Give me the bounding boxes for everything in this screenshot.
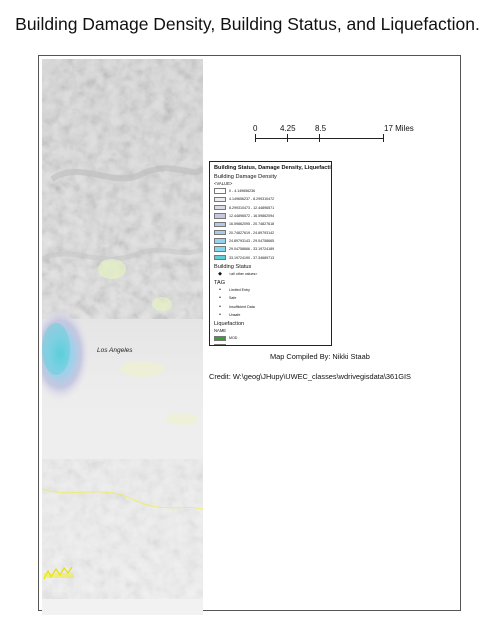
color-swatch: [214, 335, 226, 342]
color-swatch: [214, 196, 226, 203]
tag-list: • Limited Entry • Safe • Insufficient Data • Un…: [214, 286, 327, 319]
status-symbol-row: ◆ <all other values>: [214, 270, 327, 278]
density-class-list: 0 - 4.149656236 4.149656237 - 8.299310472…: [214, 187, 327, 262]
color-swatch: [214, 254, 226, 261]
density-class-row-label: 29.04758666 - 33.19724189: [229, 247, 275, 252]
scale-tick-label: 0: [253, 124, 258, 133]
density-class-row-label: 24.89793143 - 29.04758665: [229, 238, 275, 243]
liquefaction-class-row: HI: [214, 342, 327, 346]
scale-bar: 0 4.25 8.5 17 Miles: [250, 124, 414, 154]
density-class-row-label: 33.19724190 - 37.34689713: [229, 255, 275, 260]
point-icon: •: [219, 303, 221, 310]
tag-row: • Insufficient Data: [214, 303, 327, 311]
tag-row-label: Insufficient Data: [229, 304, 255, 309]
legend-title: Building Status, Damage Density, Liquefa…: [214, 165, 332, 171]
tag-row-label: Limited Entry: [229, 288, 250, 293]
tag-row: • Safe: [214, 294, 327, 302]
point-icon: •: [219, 295, 221, 302]
scale-tick: [383, 134, 384, 142]
scale-tick: [319, 134, 320, 142]
color-swatch: [214, 246, 226, 252]
scale-tick: [287, 134, 288, 142]
color-swatch: [214, 221, 226, 228]
density-field: <VALUE>: [214, 181, 233, 186]
density-class-row: 20.74827619 - 24.89793142: [214, 228, 327, 236]
tag-row-label: Unsafe: [229, 313, 241, 317]
tag-row-label: Safe: [229, 296, 237, 301]
density-class-row: 24.89793143 - 29.04758665: [214, 237, 327, 245]
point-icon: •: [219, 312, 221, 318]
status-symbol-label: <all other values>: [229, 271, 258, 276]
color-swatch: [214, 213, 226, 219]
color-swatch: [214, 204, 226, 211]
liquefaction-class-row-label: HI: [229, 345, 233, 346]
scale-tick-label: 17 Miles: [384, 124, 414, 133]
map-title: Building Damage Density, Building Status…: [15, 14, 480, 34]
tag-row: • Unsafe: [214, 311, 327, 319]
liquefaction-class-list: MODHIVHI: [214, 334, 327, 346]
color-swatch: [214, 238, 226, 244]
density-class-row: 0 - 4.149656236: [214, 187, 327, 195]
liquefaction-class-row-label: MOD: [229, 336, 238, 341]
density-class-row-label: 12.44896572 - 16.59862094: [229, 214, 275, 219]
density-class-row-label: 16.59862095 - 20.74827618: [229, 222, 275, 227]
city-label: Los Angeles: [97, 347, 133, 354]
data-credit: Credit: W:\geog\JHupy\UWEC_classes\wdriv…: [209, 372, 411, 381]
scale-tick: [255, 134, 256, 142]
density-class-row: 29.04758666 - 33.19724189: [214, 245, 327, 253]
liquefaction-field: NAME: [214, 328, 227, 334]
density-class-row-label: 0 - 4.149656236: [229, 189, 256, 194]
map-legend: Building Status, Damage Density, Liquefa…: [209, 161, 332, 346]
hillshade-map: Los Angeles: [42, 59, 203, 615]
point-icon: •: [219, 287, 221, 294]
scale-tick-label: 8.5: [315, 124, 327, 133]
color-swatch: [214, 343, 226, 345]
density-class-row-label: 8.299310473 - 12.44896571: [229, 205, 275, 210]
density-class-row-label: 4.149656237 - 8.299310472: [229, 197, 275, 202]
density-class-row: 8.299310473 - 12.44896571: [214, 204, 327, 212]
density-class-row-label: 20.74827619 - 24.89793142: [229, 230, 275, 235]
diamond-icon: ◆: [218, 270, 222, 277]
liquefaction-class-row: MOD: [214, 334, 327, 342]
compiled-by: Map Compiled By: Nikki Staab: [270, 352, 370, 361]
density-heading: Building Damage Density: [214, 174, 277, 180]
tag-row: • Limited Entry: [214, 286, 327, 294]
density-class-row: 4.149656237 - 8.299310472: [214, 195, 327, 203]
color-swatch: [214, 229, 226, 236]
scale-tick-label: 4.25: [280, 124, 296, 133]
liquefaction-heading: Liquefaction: [214, 321, 245, 328]
color-swatch: [214, 188, 226, 194]
density-class-row: 33.19724190 - 37.34689713: [214, 253, 327, 261]
density-class-row: 16.59862095 - 20.74827618: [214, 220, 327, 228]
density-class-row: 12.44896572 - 16.59862094: [214, 212, 327, 220]
